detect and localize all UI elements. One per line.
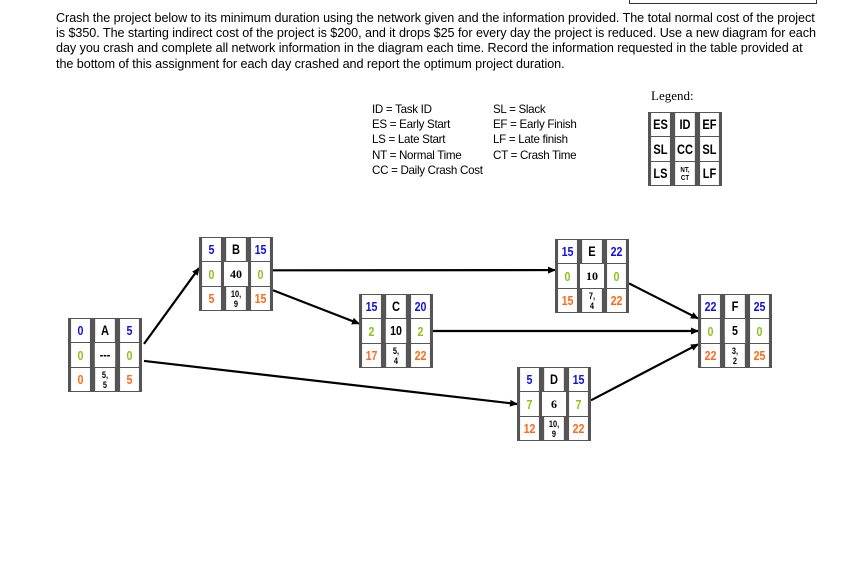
node-f-ls: 22 [701, 344, 720, 367]
node-c-ct: 4 [393, 355, 399, 366]
node-a-nt: 5, [101, 369, 109, 380]
node-a-ls: 0 [71, 368, 90, 391]
node-d-ct: 9 [551, 428, 557, 439]
node-a-sl-left: 0 [71, 343, 90, 367]
node-c-nt: 5, [392, 345, 400, 356]
node-b-nt: 10, [230, 288, 242, 299]
node-e-cc: 10 [580, 264, 604, 288]
node-c-ls: 17 [362, 344, 381, 367]
node-c-es: 15 [362, 295, 381, 318]
node-f-cc: 5 [724, 319, 746, 343]
node-d-cc: 6 [542, 392, 566, 416]
node-d-lf: 22 [569, 417, 588, 440]
node-b-id: B [226, 238, 246, 261]
node-d-sl-right: 7 [569, 392, 588, 416]
node-e-nt-ct: 7, 4 [582, 289, 602, 312]
node-c-lf: 22 [411, 344, 430, 367]
node-d-nt: 10, [548, 418, 560, 429]
node-a-id: A [95, 319, 115, 342]
node-e-ls: 15 [558, 289, 577, 312]
node-f-sl-right: 0 [750, 319, 769, 343]
arrow-d-to-f [590, 343, 699, 402]
node-f-es: 22 [701, 295, 720, 318]
node-b-ef: 15 [251, 238, 270, 261]
node-b-cc: 40 [224, 262, 248, 286]
node-f-id: F [725, 295, 745, 318]
task-node-c: 15 C 20 2 10 2 17 5, 4 22 [359, 294, 433, 368]
node-e-es: 15 [558, 240, 577, 263]
arrow-b-to-c [272, 289, 360, 325]
node-f-ef: 25 [750, 295, 769, 318]
node-e-nt: 7, [588, 290, 596, 301]
task-node-a: 0 A 5 0 --- 0 0 5, 5 5 [68, 318, 142, 392]
arrow-a-to-b [143, 267, 200, 345]
node-c-id: C [386, 295, 406, 318]
node-a-es: 0 [71, 319, 90, 342]
node-e-ct: 4 [589, 300, 595, 311]
node-e-sl-right: 0 [607, 264, 626, 288]
node-f-nt: 3, [731, 345, 739, 356]
node-f-lf: 25 [750, 344, 769, 367]
arrow-e-to-f [628, 282, 699, 320]
node-b-ls: 5 [202, 287, 221, 310]
node-d-id: D [544, 368, 564, 391]
node-b-es: 5 [202, 238, 221, 261]
node-e-id: E [582, 240, 602, 263]
node-a-ef: 5 [120, 319, 139, 342]
node-c-sl-left: 2 [362, 319, 381, 343]
node-f-ct: 2 [732, 355, 738, 366]
node-f-nt-ct: 3, 2 [725, 344, 745, 367]
node-a-nt-ct: 5, 5 [95, 368, 115, 391]
node-e-ef: 22 [607, 240, 626, 263]
node-a-ct: 5 [102, 379, 108, 390]
node-b-sl-right: 0 [251, 262, 270, 286]
task-node-d: 5 D 15 7 6 7 12 10, 9 22 [517, 367, 591, 441]
node-d-ef: 15 [569, 368, 588, 391]
network-arrows [143, 266, 699, 407]
node-d-nt-ct: 10, 9 [544, 417, 564, 440]
arrow-a-to-d [143, 359, 518, 407]
node-b-lf: 15 [251, 287, 270, 310]
node-e-sl-left: 0 [558, 264, 577, 288]
node-c-nt-ct: 5, 4 [386, 344, 406, 367]
node-d-es: 5 [520, 368, 539, 391]
node-e-lf: 22 [607, 289, 626, 312]
node-f-sl-left: 0 [701, 319, 720, 343]
node-b-ct: 9 [233, 298, 239, 309]
node-c-ef: 20 [411, 295, 430, 318]
node-a-lf: 5 [120, 368, 139, 391]
task-node-b: 5 B 15 0 40 0 5 10, 9 15 [199, 237, 273, 311]
task-node-e: 15 E 22 0 10 0 15 7, 4 22 [555, 239, 629, 313]
node-a-cc: --- [94, 343, 116, 367]
node-b-nt-ct: 10, 9 [226, 287, 246, 310]
node-d-ls: 12 [520, 417, 539, 440]
node-d-sl-left: 7 [520, 392, 539, 416]
node-a-sl-right: 0 [120, 343, 139, 367]
node-b-sl-left: 0 [202, 262, 221, 286]
node-c-sl-right: 2 [411, 319, 430, 343]
task-node-f: 22 F 25 0 5 0 22 3, 2 25 [698, 294, 772, 368]
node-c-cc: 10 [385, 319, 407, 343]
